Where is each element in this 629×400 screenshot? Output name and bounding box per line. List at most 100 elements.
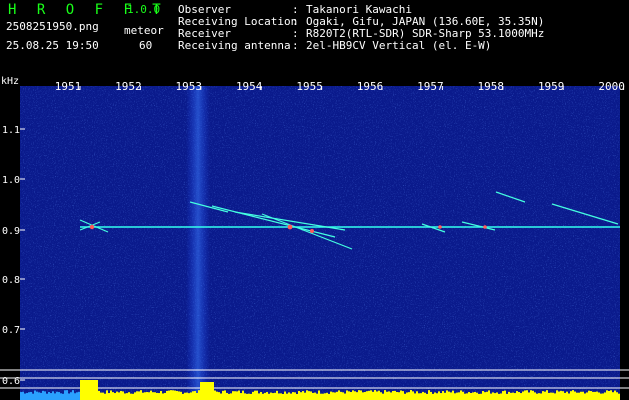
level-bar	[392, 390, 394, 400]
level-bar	[42, 390, 44, 400]
file-type: meteor	[124, 24, 164, 37]
level-bar	[540, 393, 542, 400]
level-bar	[82, 380, 84, 400]
level-bar	[234, 391, 236, 400]
level-bar	[570, 391, 572, 400]
level-bar	[416, 391, 418, 400]
level-bar	[214, 390, 216, 400]
level-bar	[142, 392, 144, 400]
level-bar	[134, 392, 136, 400]
meteor-count: 60	[139, 39, 153, 52]
level-bar	[282, 393, 284, 400]
level-bar	[106, 390, 108, 400]
level-bar	[108, 393, 110, 400]
level-bar	[124, 393, 126, 400]
level-bar	[372, 391, 374, 400]
level-bar	[454, 393, 456, 400]
level-bar	[496, 392, 498, 400]
level-bar	[284, 391, 286, 400]
level-bar	[154, 392, 156, 400]
level-bar	[594, 391, 596, 400]
level-bar	[194, 391, 196, 400]
level-bar	[424, 392, 426, 400]
level-bar	[236, 391, 238, 400]
y-tick-label: 0.7	[2, 325, 20, 336]
level-bar	[248, 393, 250, 400]
level-bar	[168, 390, 170, 400]
level-bar	[370, 390, 372, 400]
level-bar	[276, 390, 278, 400]
level-bar	[376, 391, 378, 400]
level-bar	[384, 390, 386, 400]
level-bar	[618, 393, 620, 400]
level-bar	[68, 393, 70, 400]
level-bar	[548, 392, 550, 400]
level-bar	[572, 390, 574, 400]
level-bar	[274, 392, 276, 400]
level-bar	[198, 390, 200, 400]
level-bar	[574, 391, 576, 400]
level-bar	[88, 380, 90, 400]
level-bar	[436, 393, 438, 400]
level-bar	[244, 393, 246, 400]
level-bar	[554, 393, 556, 400]
level-bar	[458, 392, 460, 400]
level-bar	[206, 382, 208, 400]
level-bar	[382, 393, 384, 400]
level-bar	[38, 392, 40, 400]
level-bar	[614, 390, 616, 400]
level-bar	[262, 393, 264, 400]
level-bar	[584, 393, 586, 400]
level-bar	[190, 392, 192, 400]
level-bar	[522, 391, 524, 400]
level-bar	[292, 392, 294, 400]
level-bar	[158, 393, 160, 400]
level-bar	[166, 390, 168, 400]
level-bar	[364, 392, 366, 400]
level-bar	[306, 390, 308, 400]
level-bar	[98, 390, 100, 400]
level-bar	[326, 392, 328, 400]
level-bar	[532, 390, 534, 400]
level-bar	[232, 391, 234, 400]
level-bar	[322, 393, 324, 400]
level-bar	[30, 391, 32, 400]
level-bar	[354, 391, 356, 400]
level-bar	[180, 391, 182, 400]
level-bar	[130, 393, 132, 400]
level-bar	[506, 393, 508, 400]
level-bar	[238, 390, 240, 400]
level-bar	[62, 393, 64, 400]
level-bar	[338, 390, 340, 400]
level-bar	[444, 392, 446, 400]
level-bar	[420, 393, 422, 400]
level-bar	[438, 391, 440, 400]
level-bar	[94, 380, 96, 400]
level-bar	[612, 392, 614, 400]
level-bar	[102, 392, 104, 400]
level-bar	[324, 393, 326, 400]
level-bar	[264, 392, 266, 400]
level-bar	[390, 392, 392, 400]
level-bar	[352, 390, 354, 400]
level-bar	[546, 390, 548, 400]
level-bar	[388, 391, 390, 400]
level-bar	[268, 393, 270, 400]
level-bar	[332, 392, 334, 400]
level-bar	[474, 391, 476, 400]
level-bar	[74, 393, 76, 400]
level-bar	[242, 390, 244, 400]
level-bar	[110, 390, 112, 400]
x-tick-label: 1954	[236, 80, 263, 93]
level-bar	[200, 382, 202, 400]
level-bar	[100, 392, 102, 400]
meteor-head	[89, 224, 95, 230]
level-bar	[580, 391, 582, 400]
level-bar	[494, 393, 496, 400]
level-bar	[288, 392, 290, 400]
level-bar	[280, 393, 282, 400]
level-bar	[502, 391, 504, 400]
level-bar	[164, 392, 166, 400]
level-bar	[430, 391, 432, 400]
interference-band	[186, 86, 210, 400]
